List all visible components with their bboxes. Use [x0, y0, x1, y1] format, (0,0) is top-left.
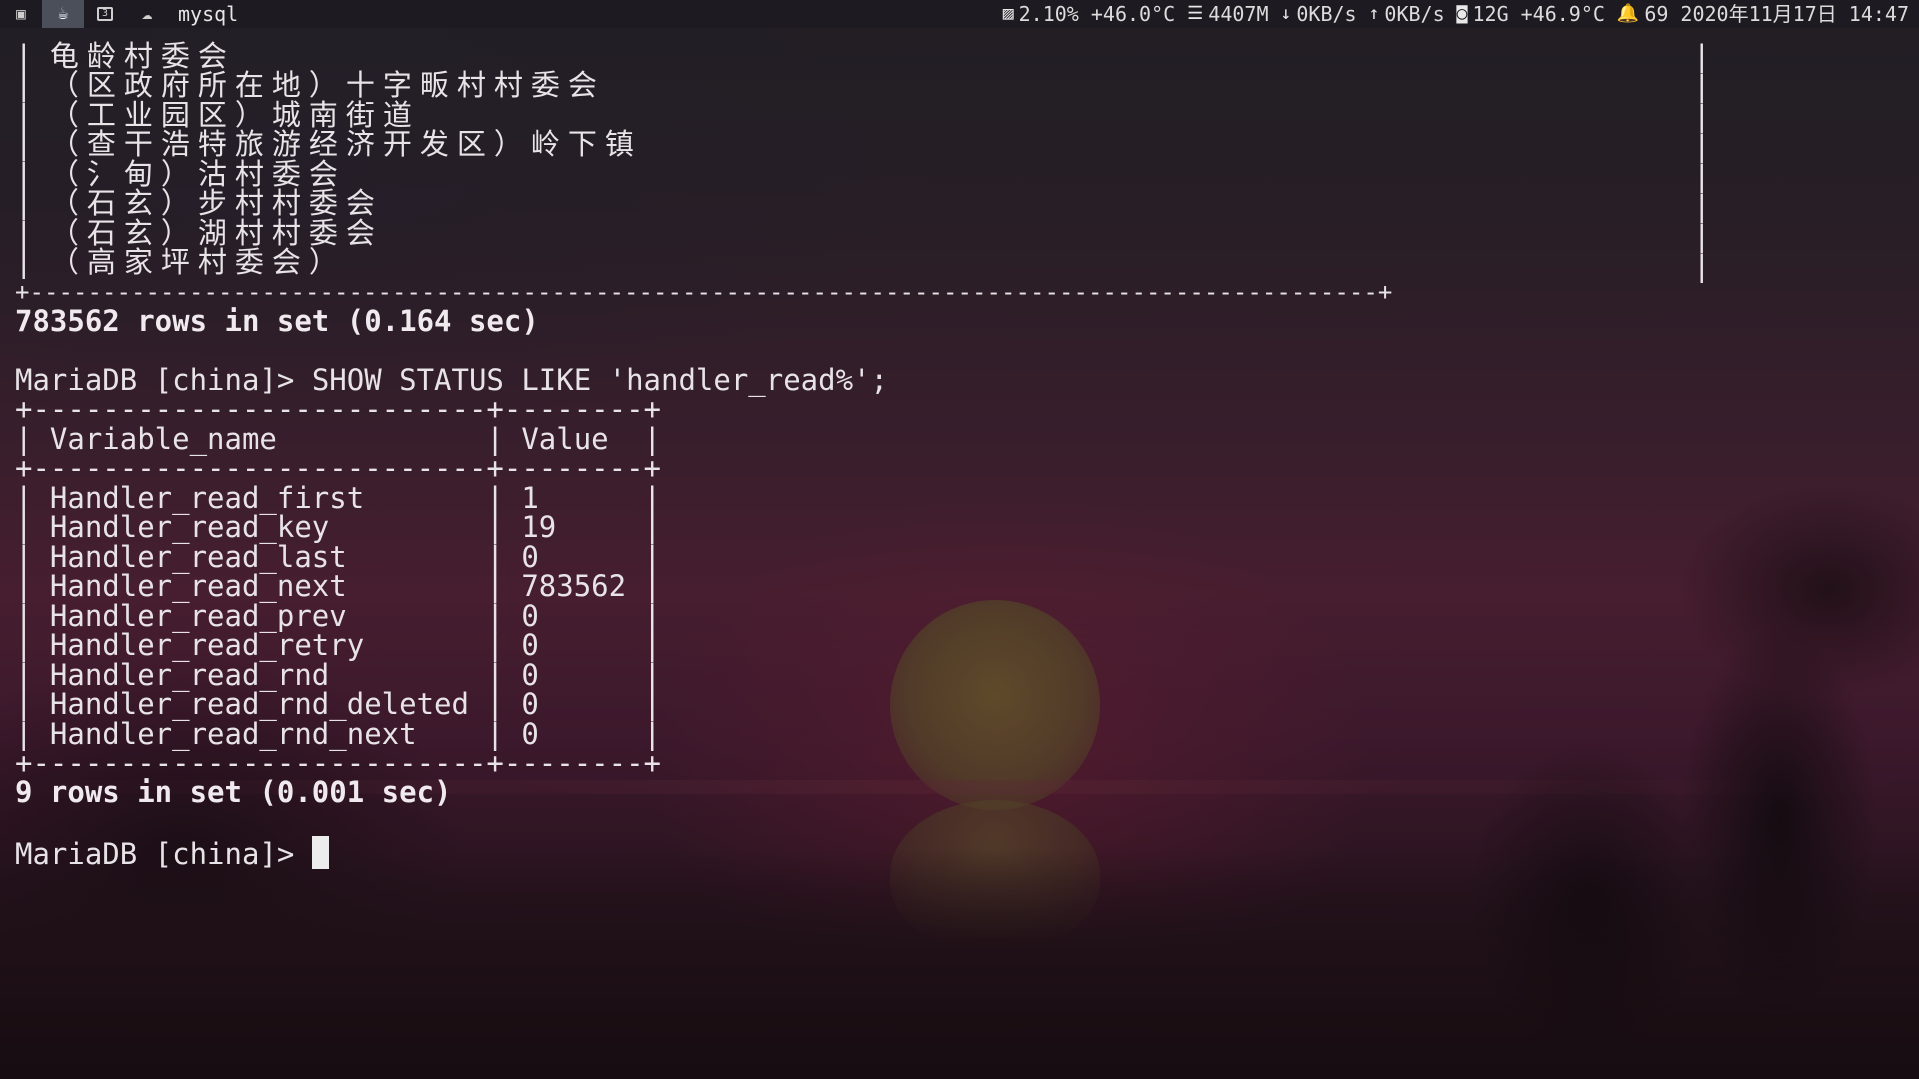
memory-usage: 4407M [1208, 2, 1269, 26]
hard-disk-icon: ◙ [1456, 3, 1468, 24]
notification-count[interactable]: 69 [1644, 0, 1668, 28]
network-upload: 0KB/s [1384, 2, 1445, 26]
status-area: ▨ 2.10% +46.0°C ☰ 4407M ↓ 0KB/s ↑ 0KB/s … [1003, 0, 1909, 28]
table-row: | Handler_read_rnd_next | 0 | [15, 717, 662, 751]
table-row: | Handler_read_key | 19 | [15, 510, 662, 544]
bell-icon[interactable]: 🔔 [1617, 0, 1639, 28]
coffee-icon: ☕ [57, 3, 69, 24]
command-line: MariaDB [china]> SHOW STATUS LIKE 'handl… [15, 365, 888, 395]
arrow-down-icon: ↓ [1280, 3, 1292, 24]
cpu-chart-icon: ▨ [1002, 3, 1014, 24]
workspace-2-button[interactable]: ☕ [42, 0, 84, 28]
query-summary: 783562 rows in set (0.164 sec) [15, 304, 539, 338]
top-panel: ▣ ☕ 3 ☁ mysql ▨ 2.10% +46.0°C ☰ 4407M ↓ … [0, 0, 1919, 28]
input-line[interactable]: MariaDB [china]> [15, 836, 329, 869]
table-row: | Handler_read_last | 0 | [15, 540, 662, 574]
table-row: | Handler_read_retry | 0 | [15, 628, 662, 662]
result-row: | （工业园区）城南街道 [15, 98, 420, 132]
number-three-icon: 3 [97, 7, 113, 21]
workspace-4-button[interactable]: ☁ [126, 0, 168, 28]
result-row: | （氵甸）沽村委会 [15, 157, 346, 191]
table-header: | Variable_name | Value | [15, 422, 662, 456]
table-row: | Handler_read_prev | 0 | [15, 599, 662, 633]
table-row: | Handler_read_rnd_deleted | 0 | [15, 687, 662, 721]
table-border: +---------------------------------------… [15, 278, 1393, 306]
table-row: | Handler_read_next | 783562 | [15, 569, 662, 603]
window-title: mysql [178, 2, 239, 26]
result-row: | （高家坪村委会） [15, 245, 346, 279]
result-row: | 龟龄村委会 [15, 39, 235, 73]
cloud-icon: ☁ [141, 3, 153, 24]
workspace-switcher: ▣ ☕ 3 ☁ [0, 0, 168, 28]
database-icon: ☰ [1187, 3, 1204, 24]
text-cursor [311, 836, 329, 869]
result-row: | （石玄）湖村村委会 [15, 216, 383, 250]
disk-temperature: +46.9°C [1520, 2, 1605, 26]
cpu-usage: 2.10% [1018, 2, 1079, 26]
result-row: | （区政府所在地）十字畈村村委会 [15, 68, 605, 102]
table-right-border: | | | | | | | | [1693, 39, 1711, 283]
disk-free: 12G [1472, 2, 1509, 26]
table-border: +--------------------------+--------+ [15, 392, 662, 426]
table-border: +--------------------------+--------+ [15, 746, 662, 780]
result-row: | （查干浩特旅游经济开发区）岭下镇 [15, 127, 642, 161]
cpu-temperature: +46.0°C [1090, 2, 1176, 26]
arrow-up-icon: ↑ [1368, 3, 1380, 24]
shell-prompt: MariaDB [china]> [15, 837, 312, 871]
terminal-icon: ▣ [16, 4, 26, 23]
desktop-screen: ▣ ☕ 3 ☁ mysql ▨ 2.10% +46.0°C ☰ 4407M ↓ … [0, 0, 1919, 1079]
table-border: +--------------------------+--------+ [15, 451, 662, 485]
table-row: | Handler_read_rnd | 0 | [15, 658, 662, 692]
network-download: 0KB/s [1296, 2, 1357, 26]
query-summary: 9 rows in set (0.001 sec) [15, 775, 452, 809]
terminal-window[interactable]: | 龟龄村委会 | （区政府所在地）十字畈村村委会 | （工业园区）城南街道 |… [0, 28, 1919, 1079]
workspace-3-button[interactable]: 3 [84, 0, 126, 28]
result-row: | （石玄）步村村委会 [15, 186, 383, 220]
table-row: | Handler_read_first | 1 | [15, 481, 662, 515]
clock[interactable]: 2020年11月17日 14:47 [1680, 0, 1909, 28]
workspace-1-button[interactable]: ▣ [0, 0, 42, 28]
